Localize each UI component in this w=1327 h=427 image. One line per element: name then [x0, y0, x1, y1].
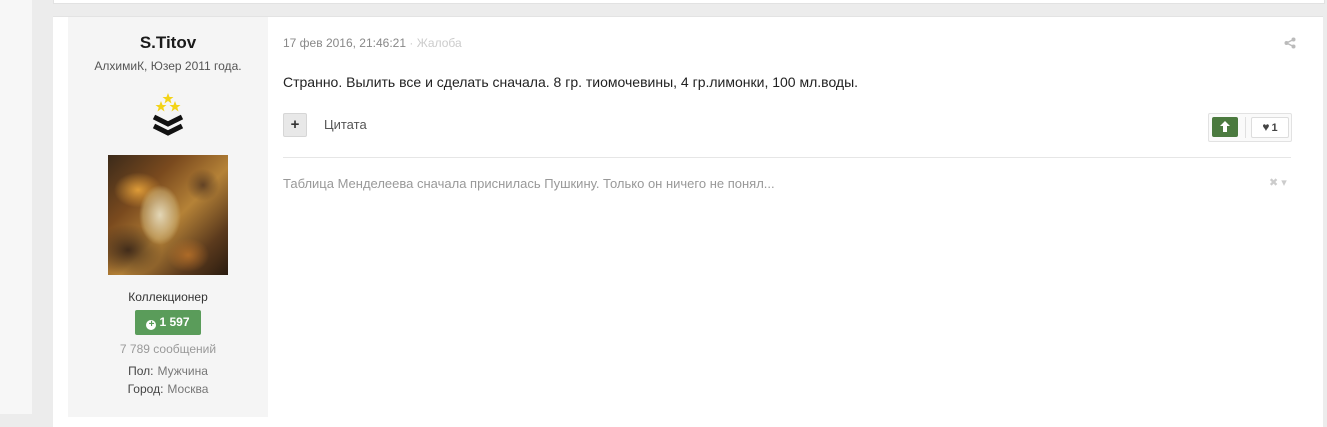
author-post-count: 7 789 сообщений — [119, 342, 217, 356]
report-link[interactable]: Жалоба — [417, 36, 462, 50]
reputation-badge[interactable]: +1 597 — [135, 310, 201, 335]
meta-separator: · — [409, 36, 414, 50]
signature-controls: ✖ ▾ — [1269, 176, 1287, 189]
reputation-value: 1 597 — [159, 315, 190, 329]
field-value: Мужчина — [157, 364, 208, 378]
post-date[interactable]: 17 фев 2016, 21:46:21 — [283, 36, 406, 50]
rank-icon — [152, 93, 184, 136]
plus-circle-icon: + — [146, 320, 157, 330]
close-icon[interactable]: ✖ — [1269, 177, 1278, 189]
post-meta: 17 фев 2016, 21:46:21 · Жалоба — [283, 36, 462, 50]
reaction-count-button[interactable]: ♥ 1 — [1251, 117, 1289, 138]
author-avatar[interactable] — [108, 155, 228, 275]
author-title: АлхимиК, Юзер 2011 года. — [94, 59, 242, 73]
author-panel: S.Titov АлхимиК, Юзер 2011 года. Коллекц… — [68, 17, 268, 417]
author-group: Коллекционер — [128, 290, 208, 304]
field-value: Москва — [167, 382, 209, 396]
upvote-icon — [1220, 121, 1230, 132]
multiquote-button[interactable]: + — [283, 113, 307, 137]
quote-button[interactable]: Цитата — [324, 117, 367, 132]
author-field-city: Город: Москва — [68, 382, 268, 396]
page-left-strip — [0, 0, 32, 414]
reaction-count: 1 — [1271, 122, 1278, 134]
share-icon[interactable] — [1284, 37, 1296, 49]
chevron-down-icon[interactable]: ▾ — [1281, 177, 1287, 189]
forum-post: S.Titov АлхимиК, Юзер 2011 года. Коллекц… — [53, 16, 1323, 427]
post-content: Странно. Вылить все и сделать сначала. 8… — [283, 74, 859, 90]
author-name-link[interactable]: S.Titov — [68, 33, 268, 53]
reaction-divider — [1245, 117, 1246, 138]
field-label: Город: — [127, 382, 164, 396]
previous-post-edge — [53, 0, 1325, 4]
reactions-panel: ♥ 1 — [1208, 113, 1292, 142]
post-signature: Таблица Менделеева сначала приснилась Пу… — [283, 176, 775, 191]
heart-icon: ♥ — [1262, 120, 1270, 134]
author-field-gender: Пол: Мужчина — [68, 364, 268, 378]
upvote-button[interactable] — [1212, 117, 1238, 137]
signature-divider — [283, 157, 1291, 158]
field-label: Пол: — [128, 364, 154, 378]
